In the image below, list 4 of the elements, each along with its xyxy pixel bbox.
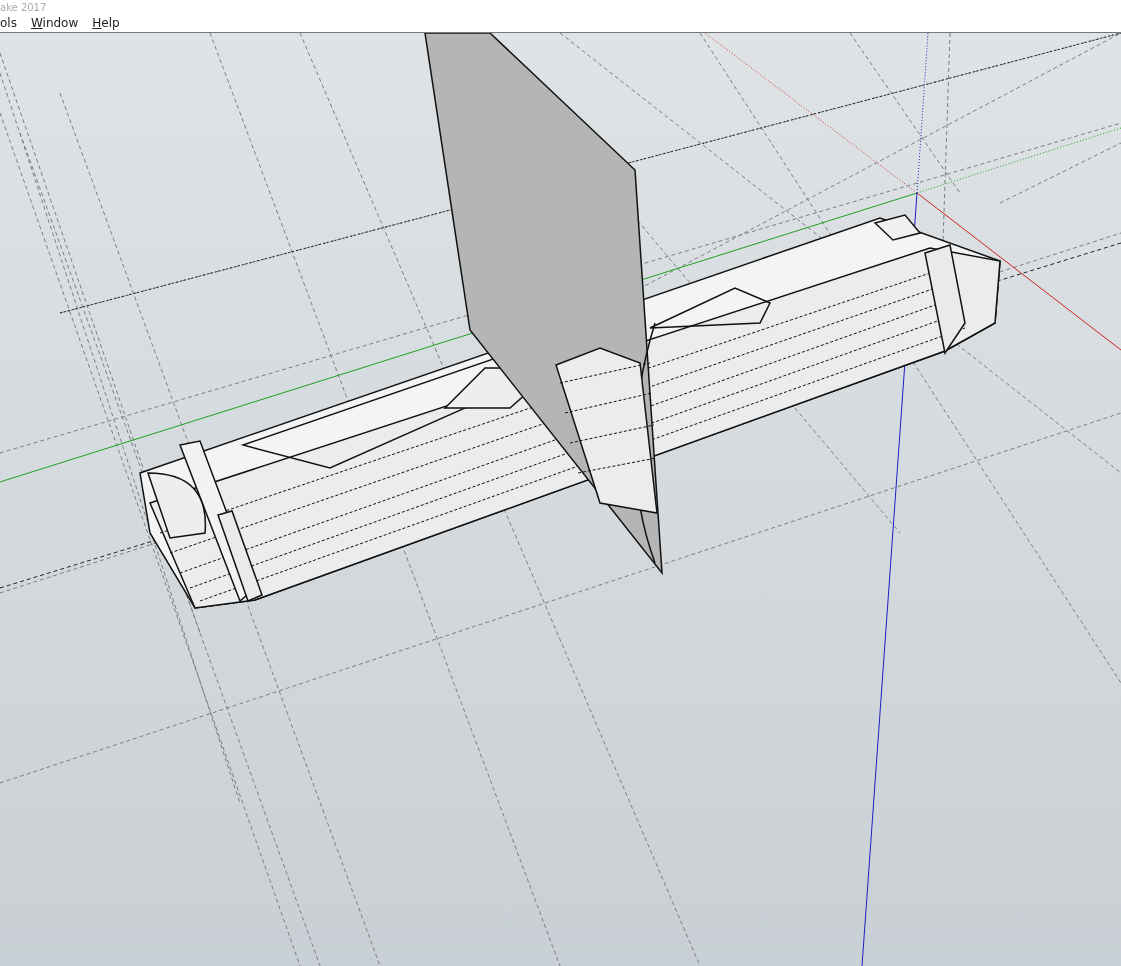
menu-item[interactable]: Help	[92, 15, 120, 30]
menu-item[interactable]: ols	[0, 15, 17, 30]
menu-item[interactable]: Window	[30, 15, 79, 30]
window-title: ake 2017	[0, 2, 47, 13]
